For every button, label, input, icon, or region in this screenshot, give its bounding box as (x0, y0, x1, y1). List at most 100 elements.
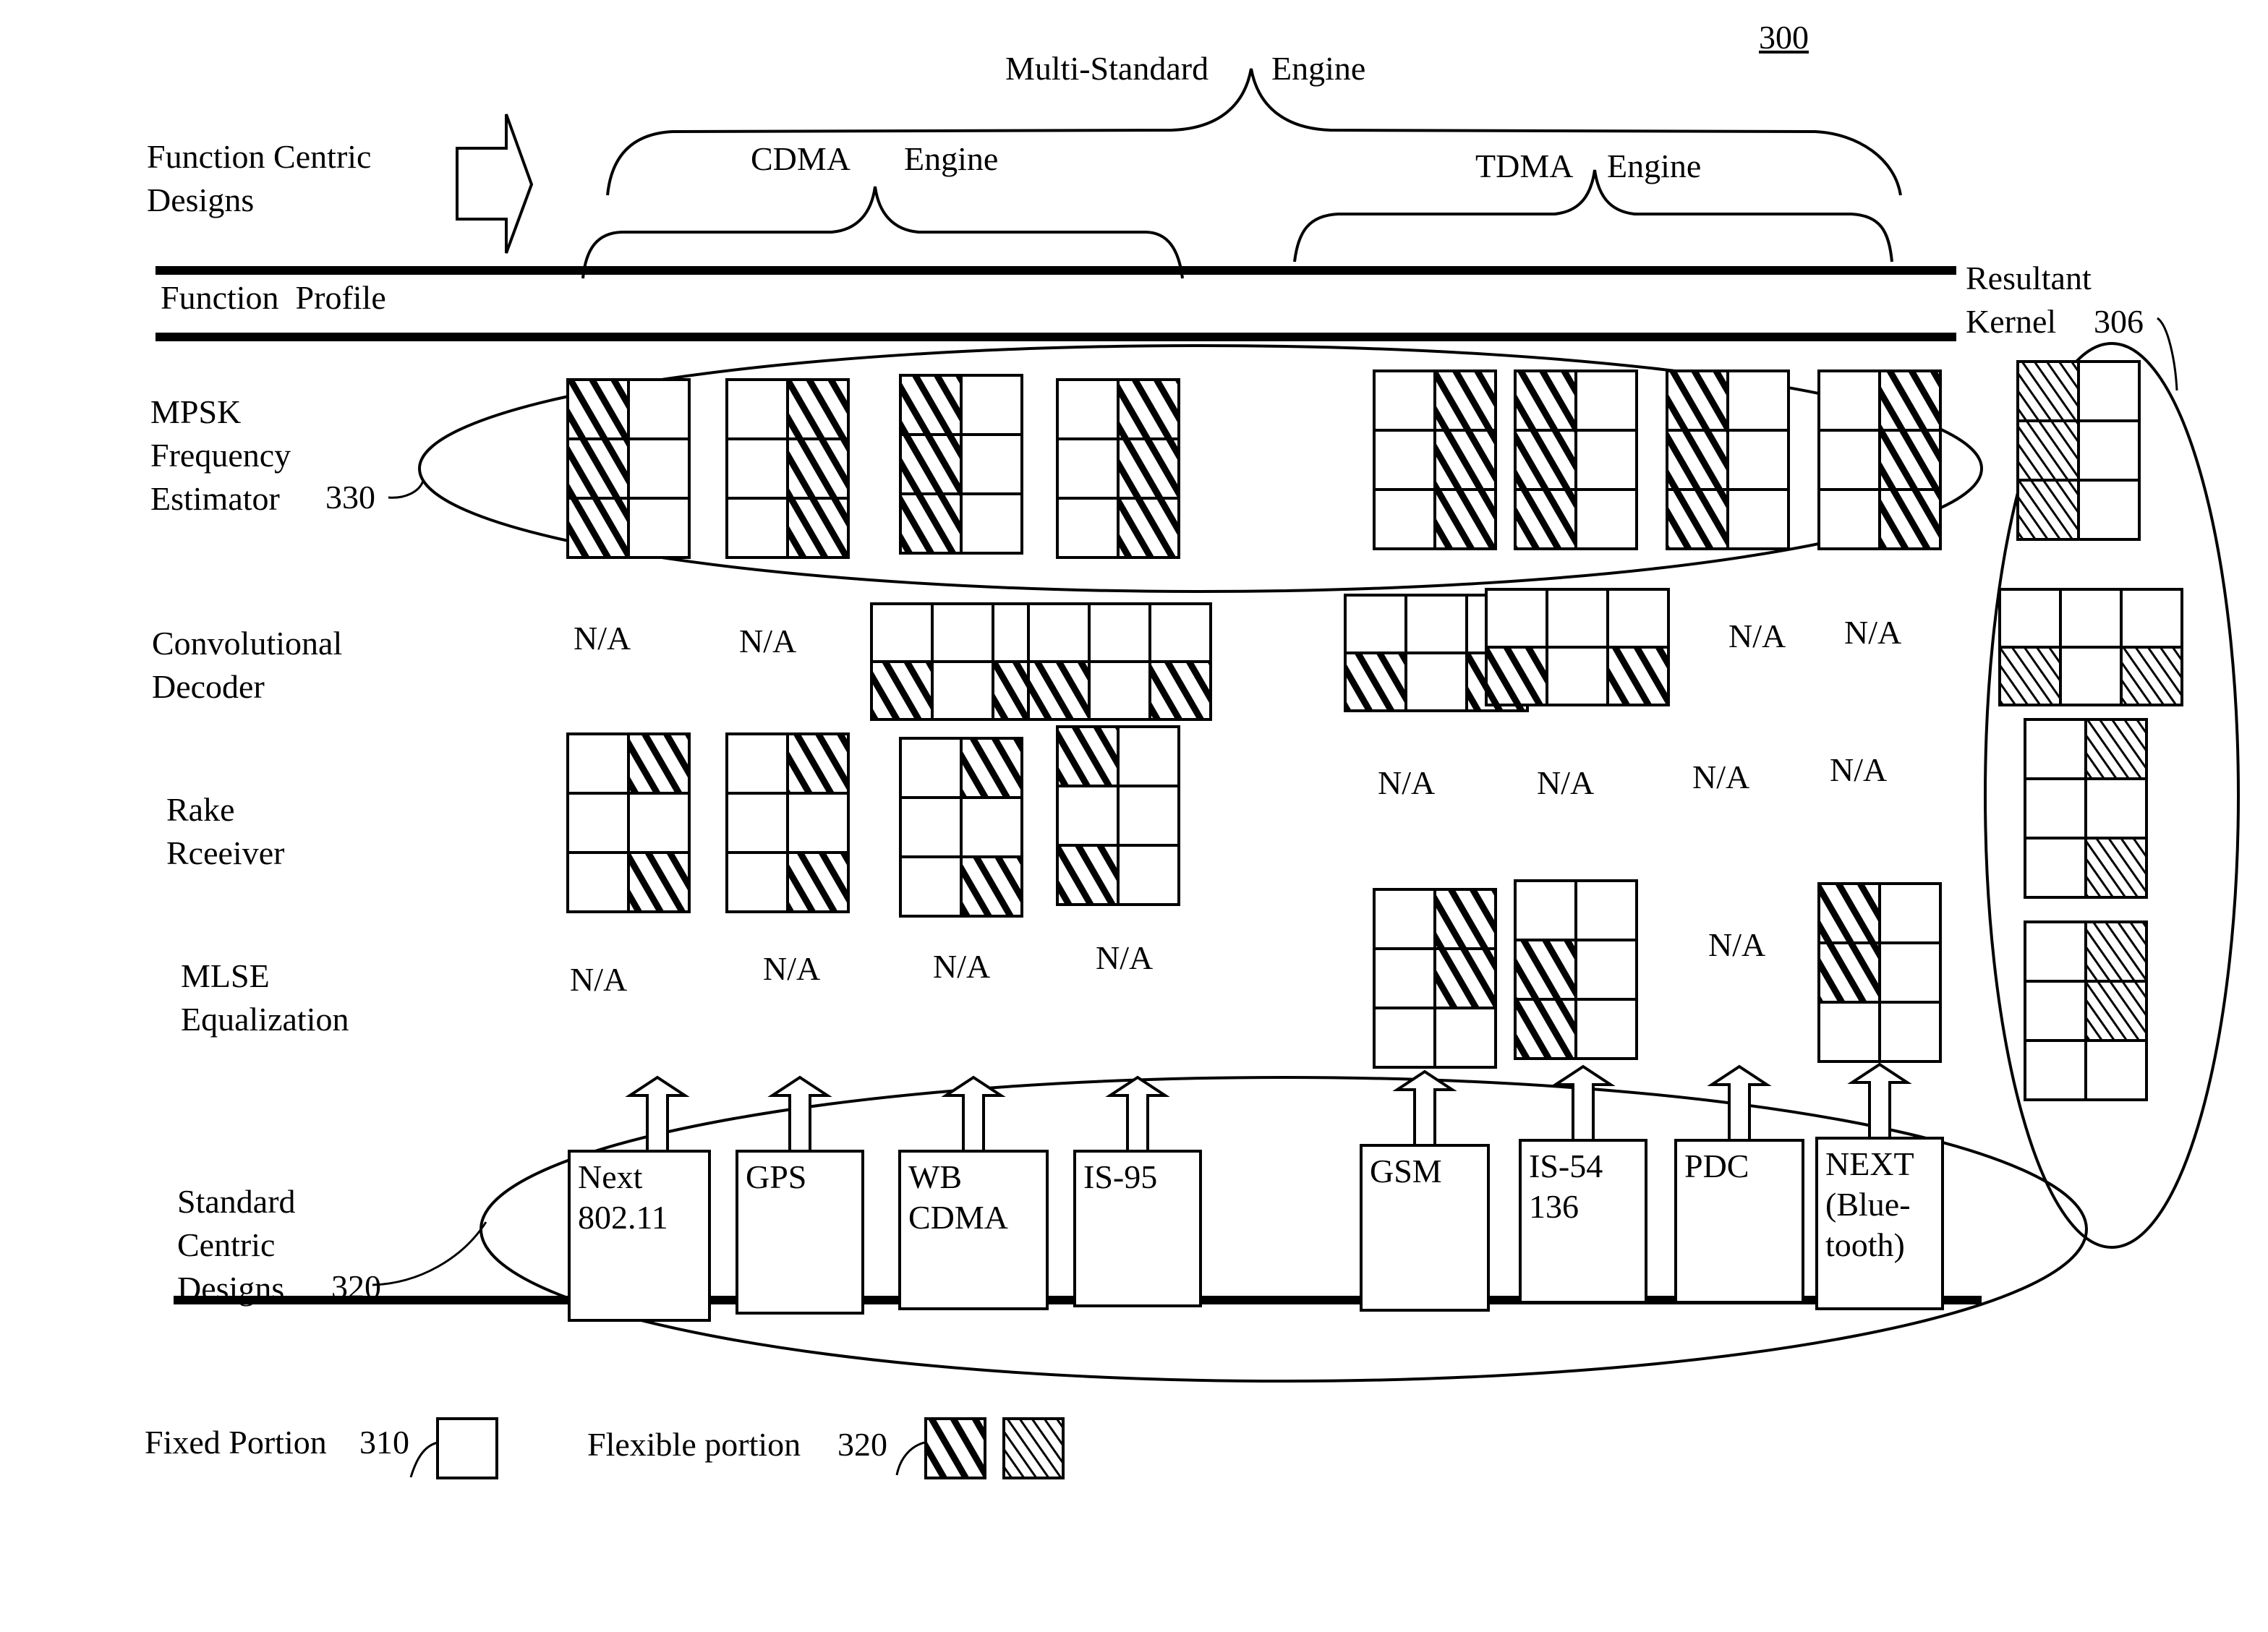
function-profile-bottom-rule (155, 333, 1956, 341)
flexible-cell (566, 437, 630, 500)
na-label: N/A (1096, 939, 1154, 976)
fixed-cell (2084, 777, 2148, 840)
fixed-cell (1148, 602, 1212, 663)
grid-mlse-4 (1373, 888, 1497, 1069)
na-label: N/A (1844, 614, 1902, 651)
fixed-cell (2024, 1039, 2087, 1101)
fixed-cell (1056, 785, 1120, 847)
fixed-cell (1373, 1007, 1436, 1069)
flexible-cell (2016, 360, 2080, 422)
flexible-cell (1878, 369, 1942, 432)
flexible-cell (899, 374, 963, 436)
flexible-cell (2084, 837, 2148, 899)
flexible-cell (1666, 369, 1729, 432)
function-centric-label: Function Centric Designs (147, 138, 372, 218)
fixed-cell (2024, 777, 2087, 840)
fixed-cell (1574, 939, 1638, 1001)
fixed-cell (1726, 369, 1790, 432)
flexible-cell (870, 660, 934, 721)
standard-name: IS-54 136 (1529, 1148, 1603, 1225)
flexible-cell (1666, 429, 1729, 491)
na-label: N/A (574, 620, 631, 657)
grid-mlse-7 (1817, 882, 1942, 1063)
rake-receiver-label: Rake Rceeiver (166, 791, 285, 871)
up-arrow-icon (1105, 1075, 1170, 1150)
fixed-cell (2059, 588, 2123, 649)
cdma-brace (581, 186, 1184, 279)
fixed-cell (1373, 888, 1436, 950)
fixed-cell (1878, 882, 1942, 944)
flexible-cell (960, 855, 1023, 918)
flexible-cell (1666, 488, 1729, 550)
flexible-cell (1056, 844, 1120, 906)
standard-box: PDC (1674, 1139, 1804, 1304)
fixed-cell (2024, 718, 2087, 780)
flexible-cell (1148, 660, 1212, 721)
flexible-cell (1056, 725, 1120, 787)
fixed-cell (627, 792, 691, 854)
cdma-label: CDMA (751, 140, 851, 177)
fixed-cell (2084, 1039, 2148, 1101)
flexible-cell (1433, 947, 1497, 1009)
flexible-cell (1514, 369, 1577, 432)
flexible-cell (1817, 882, 1881, 944)
fixed-cell (960, 796, 1023, 858)
standard-box: GPS (736, 1150, 864, 1315)
fixed-cell (725, 497, 789, 559)
flexible-cell (2084, 920, 2148, 983)
grid-conv-3 (1027, 602, 1212, 721)
na-label: N/A (570, 961, 628, 998)
fixed-cell (725, 732, 789, 795)
fixed-cell (1998, 588, 2062, 649)
multi-standard-label: Multi-Standard (1005, 50, 1209, 87)
flexible-cell (566, 497, 630, 559)
fixed-cell (1088, 660, 1151, 721)
flexible-cell (1433, 369, 1497, 432)
grid-rake-2 (899, 737, 1023, 918)
na-label: N/A (933, 948, 991, 985)
kernel-grid-mlse (2024, 920, 2148, 1101)
standard-box: IS-95 (1073, 1150, 1202, 1307)
fixed-cell (2077, 479, 2141, 541)
fixed-cell (899, 737, 963, 799)
fixed-cell (1373, 488, 1436, 550)
grid-mpsk-6 (1666, 369, 1790, 550)
fixed-cell (1485, 588, 1548, 649)
function-profile-top-rule (155, 266, 1956, 275)
kernel-grid-rake (2024, 718, 2148, 899)
fixed-cell (2120, 588, 2183, 649)
standard-box: GSM (1360, 1144, 1490, 1312)
grid-mpsk-3 (1056, 378, 1180, 559)
fixed-cell (1514, 879, 1577, 941)
fixed-cell (960, 374, 1023, 436)
flexible-fine-swatch (1002, 1417, 1065, 1479)
flexible-cell (1514, 939, 1577, 1001)
fixed-cell (1574, 998, 1638, 1060)
flexible-bold-swatch (924, 1417, 986, 1479)
grid-mlse-5 (1514, 879, 1638, 1060)
fixed-portion-legend-ref: 310 (359, 1424, 409, 1461)
fixed-cell (1344, 594, 1407, 654)
mpsk-ref: 330 (325, 479, 375, 516)
flexible-cell (2120, 646, 2183, 706)
cdma-engine-label: Engine (904, 140, 999, 177)
up-arrow-icon (1392, 1069, 1457, 1144)
flexible-cell (1514, 429, 1577, 491)
flexible-cell (786, 497, 850, 559)
na-label: N/A (1830, 751, 1888, 788)
tdma-engine-label: Engine (1607, 148, 1702, 184)
fixed-cell (1606, 588, 1670, 649)
grid-mpsk-7 (1817, 369, 1942, 550)
flexible-cell (960, 737, 1023, 799)
na-label: N/A (1708, 926, 1766, 963)
grid-mpsk-4 (1373, 369, 1497, 550)
fixed-cell (1117, 785, 1180, 847)
flexible-cell (899, 433, 963, 495)
fixed-cell (725, 792, 789, 854)
fixed-cell (1373, 947, 1436, 1009)
flexible-cell (1117, 378, 1180, 440)
up-arrow-icon (1551, 1064, 1616, 1139)
fixed-cell (1878, 1001, 1942, 1063)
flexible-cell (1117, 497, 1180, 559)
grid-conv-2 (870, 602, 1055, 721)
